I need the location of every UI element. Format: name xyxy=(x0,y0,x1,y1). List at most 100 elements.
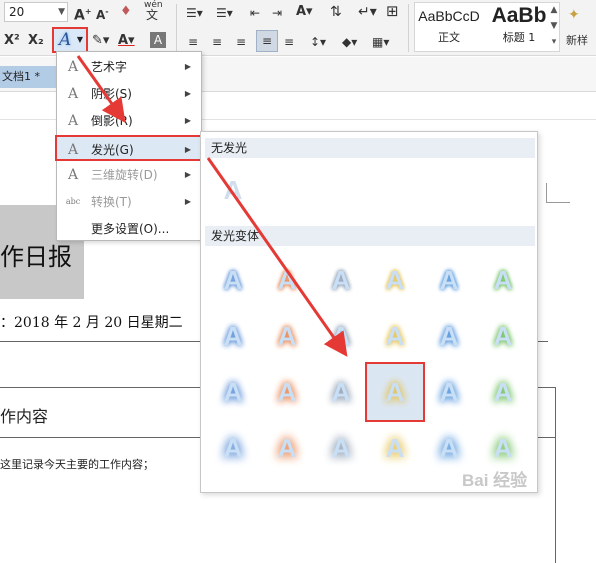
clear-format-icon[interactable]: ♦ xyxy=(120,3,132,21)
menu-item[interactable]: A 艺术字 ▶ xyxy=(57,54,201,80)
glow-variant-option[interactable]: A xyxy=(265,314,309,358)
style-name: 正文 xyxy=(438,31,460,44)
margin-mark xyxy=(546,183,570,203)
chevron-right-icon: ▶ xyxy=(184,145,191,154)
menu-item[interactable]: A 阴影(S) ▶ xyxy=(57,81,201,107)
style-name: 标题 1 xyxy=(502,31,536,44)
glow-variant-option[interactable]: A xyxy=(427,258,471,302)
menu-item[interactable]: 更多设置(O)... xyxy=(57,216,201,242)
ribbon-toolbar: 20 ▼ A+ A- ♦ wén 文 ☰▾ ☰▾ ⇤ ⇥ A▾ ⇅ ↵▾ ⊞ X² … xyxy=(0,0,596,56)
glow-variant-option[interactable]: A xyxy=(319,258,363,302)
shading-icon[interactable]: ◆▾ xyxy=(342,33,357,51)
glow-variant-option[interactable]: A xyxy=(427,370,471,414)
text-effect-icon: A xyxy=(59,30,72,50)
chevron-right-icon: ▶ xyxy=(184,89,191,98)
align-left-icon[interactable]: ≡ xyxy=(188,33,198,51)
menu-item[interactable]: abc 转换(T) ▶ xyxy=(57,189,201,215)
superscript-button[interactable]: X² xyxy=(4,32,20,50)
style-preview: AaBbCcD xyxy=(418,8,480,24)
glow-variant-option[interactable]: A xyxy=(265,370,309,414)
text-a-icon: A xyxy=(67,142,79,158)
no-glow-option[interactable]: A xyxy=(211,168,255,212)
menu-item-label: 三维旋转(D) xyxy=(91,168,158,182)
line-spacing-icon[interactable]: ↕▾ xyxy=(310,33,326,51)
numbering-icon[interactable]: ☰▾ xyxy=(216,4,233,22)
grow-font-icon[interactable]: A+ xyxy=(74,3,92,25)
char-shading-icon[interactable]: A xyxy=(150,32,166,48)
glow-variant-option[interactable]: A xyxy=(481,370,525,414)
glow-variant-option[interactable]: A xyxy=(319,370,363,414)
style-gallery: AaBbCcD 正文 AaBb 标题 1 xyxy=(414,2,560,52)
menu-item-label: 阴影(S) xyxy=(91,87,132,101)
text-a-icon: abc xyxy=(65,197,81,206)
menu-item-label: 倒影(R) xyxy=(91,114,133,128)
new-style-icon[interactable]: ✦ xyxy=(568,6,580,24)
pinyin-bottom: 文 xyxy=(145,8,158,22)
outdent-icon[interactable]: ⇤ xyxy=(250,4,260,22)
glow-submenu: 无发光 A 发光变体 AAAAAAAAAAAAAAAAAAAAAAAA xyxy=(200,131,538,493)
text-size-icon[interactable]: A▾ xyxy=(296,3,313,21)
style-normal[interactable]: AaBbCcD 正文 xyxy=(415,3,483,51)
menu-item[interactable]: A 发光(G) ▶ xyxy=(55,135,203,161)
glow-variant-option[interactable]: A xyxy=(481,314,525,358)
glow-variant-option[interactable]: A xyxy=(481,258,525,302)
glow-variant-option[interactable]: A xyxy=(373,258,417,302)
watermark: Bai 经验 xyxy=(462,471,528,490)
glow-variant-option[interactable]: A xyxy=(373,426,417,470)
show-marks-icon[interactable]: ↵▾ xyxy=(358,3,377,21)
sort-icon[interactable]: ⇅ xyxy=(330,3,342,21)
chevron-down-icon[interactable]: ▼ xyxy=(77,35,83,44)
font-size-select[interactable]: 20 ▼ xyxy=(4,2,68,22)
justify-icon[interactable]: ≡ xyxy=(256,30,278,52)
style-preview: AaBb xyxy=(491,4,547,27)
glow-variant-option[interactable]: A xyxy=(319,314,363,358)
glow-variant-option[interactable]: A xyxy=(319,426,363,470)
document-tab[interactable]: 文档1 * xyxy=(0,66,60,88)
glow-variant-option[interactable]: A xyxy=(427,426,471,470)
glow-variant-option[interactable]: A xyxy=(211,426,255,470)
text-a-icon: A xyxy=(67,86,79,102)
menu-item-label: 艺术字 xyxy=(91,60,128,74)
separator xyxy=(176,4,177,52)
align-right-icon[interactable]: ≡ xyxy=(236,33,246,51)
menu-item-label: 发光(G) xyxy=(91,143,134,157)
text-a-icon: A xyxy=(67,59,79,75)
font-color-icon[interactable]: A▾ xyxy=(118,32,135,50)
chevron-right-icon: ▶ xyxy=(184,197,191,206)
pinyin-guide-button[interactable]: wén 文 xyxy=(144,0,163,22)
chevron-right-icon: ▶ xyxy=(184,170,191,179)
glow-variant-option[interactable]: A xyxy=(211,370,255,414)
new-style-button[interactable]: 新样 xyxy=(566,32,588,50)
menu-item-label: 更多设置(O)... xyxy=(91,222,170,236)
shrink-font-icon[interactable]: A- xyxy=(96,3,109,24)
align-center-icon[interactable]: ≡ xyxy=(212,33,222,51)
menu-item[interactable]: A 三维旋转(D) ▶ xyxy=(57,162,201,188)
glow-variant-option[interactable]: A xyxy=(427,314,471,358)
text-a-icon: A xyxy=(67,167,79,183)
indent-icon[interactable]: ⇥ xyxy=(272,4,282,22)
distributed-icon[interactable]: ≡ xyxy=(284,33,294,51)
table-icon[interactable]: ⊞ xyxy=(386,2,399,20)
date-line: ：2018 年 2 月 20 日星期二 xyxy=(0,315,183,331)
glow-variant-option[interactable]: A xyxy=(265,258,309,302)
chevron-down-icon[interactable]: ▼ xyxy=(58,3,65,21)
menu-item[interactable]: A 倒影(R) ▶ xyxy=(57,108,201,134)
glow-variant-option[interactable]: A xyxy=(365,362,425,422)
glow-variant-option[interactable]: A xyxy=(211,258,255,302)
glow-variant-option[interactable]: A xyxy=(373,314,417,358)
glow-variant-option[interactable]: A xyxy=(265,426,309,470)
text-effect-button[interactable]: A ▼ xyxy=(52,27,88,53)
bullets-icon[interactable]: ☰▾ xyxy=(186,4,203,22)
style-heading1[interactable]: AaBb 标题 1 xyxy=(485,3,553,51)
glow-variants-header: 发光变体 xyxy=(205,226,535,246)
chevron-right-icon: ▶ xyxy=(184,116,191,125)
gallery-scroll[interactable]: ▲ ▼ ▾ xyxy=(548,2,560,50)
glow-variant-option[interactable]: A xyxy=(481,426,525,470)
border-icon[interactable]: ▦▾ xyxy=(372,33,389,51)
menu-item-label: 转换(T) xyxy=(91,195,132,209)
glow-variant-option[interactable]: A xyxy=(211,314,255,358)
separator xyxy=(408,4,409,52)
highlight-color-icon[interactable]: ✎▾ xyxy=(92,32,109,50)
subscript-button[interactable]: X₂ xyxy=(28,32,44,50)
chevron-right-icon: ▶ xyxy=(184,62,191,71)
